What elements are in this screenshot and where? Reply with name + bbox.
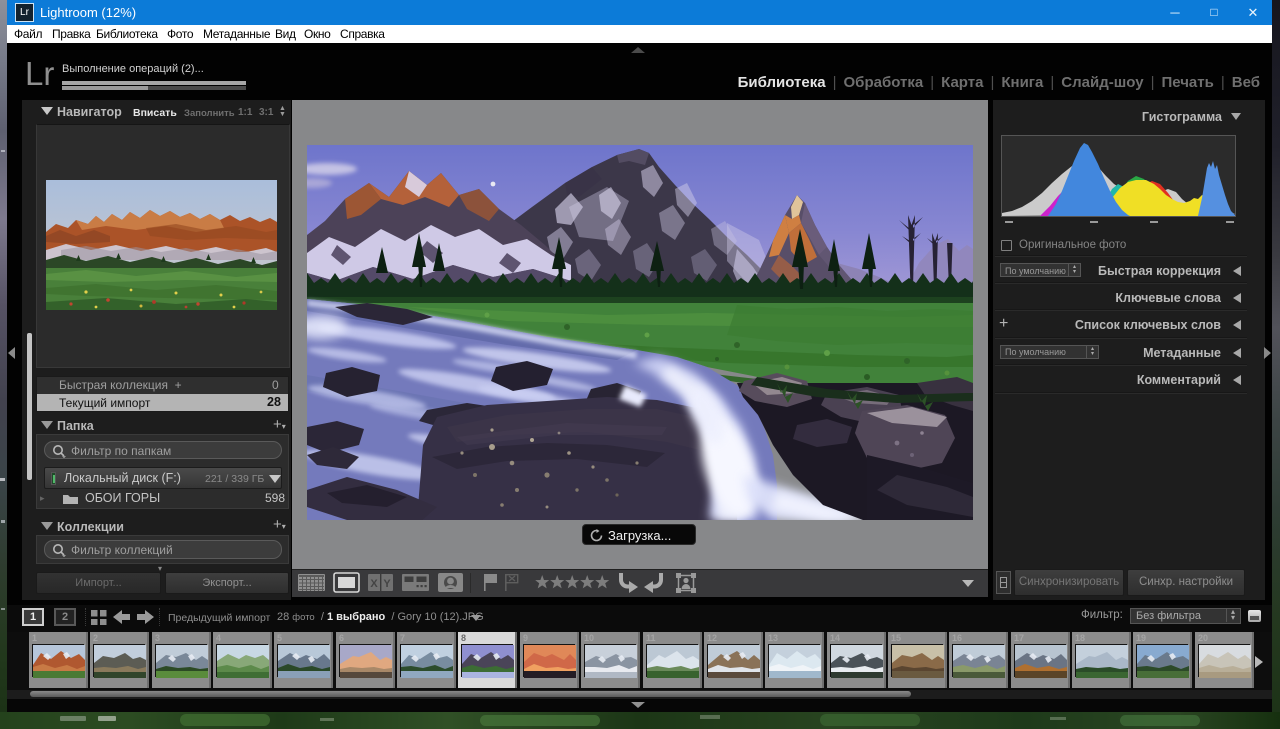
svg-text:Y: Y [383,578,391,590]
svg-text:X: X [370,578,378,590]
